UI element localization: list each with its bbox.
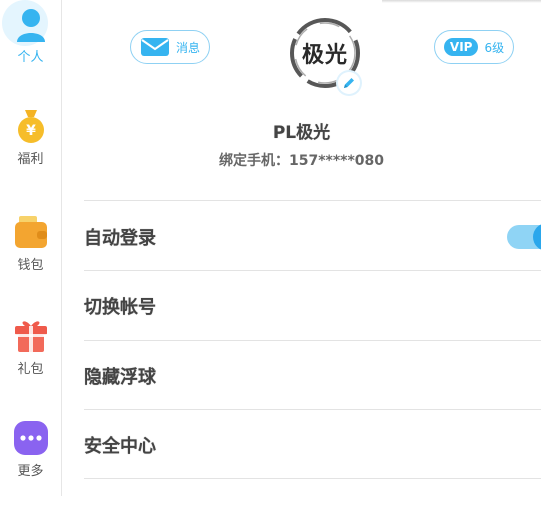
money-bag-icon: ¥ xyxy=(13,108,49,144)
sidebar-item-label: 个人 xyxy=(17,50,44,65)
vip-level-label: 6级 xyxy=(484,40,505,55)
more-dots-icon xyxy=(13,420,49,456)
account-panel: 消息 极光 VIP 6级 PL极光 绑定手机：157*****080 自动登录 xyxy=(62,0,541,496)
sidebar-item-label: 福利 xyxy=(17,152,44,167)
sidebar-item-gift[interactable]: 礼包 xyxy=(0,318,61,408)
top-divider xyxy=(382,0,541,3)
divider xyxy=(84,478,541,479)
setting-security-center[interactable]: 安全中心 xyxy=(84,411,541,479)
setting-label: 隐藏浮球 xyxy=(84,367,156,388)
setting-label: 切换帐号 xyxy=(84,297,156,318)
gift-icon xyxy=(13,318,49,354)
setting-hide-float-ball[interactable]: 隐藏浮球 xyxy=(84,342,541,410)
auto-login-toggle[interactable] xyxy=(507,223,541,251)
setting-label: 安全中心 xyxy=(84,436,156,457)
message-label: 消息 xyxy=(175,40,200,55)
sidebar-item-personal[interactable]: 个人 xyxy=(0,0,61,96)
svg-text:¥: ¥ xyxy=(26,123,36,139)
sidebar-item-label: 更多 xyxy=(17,464,44,479)
edit-avatar-button[interactable] xyxy=(338,72,360,94)
envelope-icon xyxy=(140,37,170,57)
sidebar-item-welfare[interactable]: ¥ 福利 xyxy=(0,108,61,198)
setting-label: 自动登录 xyxy=(84,228,156,249)
setting-auto-login: 自动登录 xyxy=(84,203,541,271)
pencil-icon xyxy=(342,76,356,90)
toggle-knob xyxy=(533,223,541,251)
setting-switch-account[interactable]: 切换帐号 xyxy=(84,272,541,340)
username: PL极光 xyxy=(272,123,331,143)
bound-phone: 绑定手机：157*****080 xyxy=(218,153,385,169)
sidebar-item-wallet[interactable]: 钱包 xyxy=(0,214,61,304)
person-icon xyxy=(13,6,49,42)
avatar[interactable]: 极光 xyxy=(287,15,363,94)
sidebar-item-label: 礼包 xyxy=(17,362,44,377)
message-button[interactable]: 消息 xyxy=(130,30,210,64)
vip-badge: VIP xyxy=(443,38,479,56)
divider xyxy=(84,409,541,410)
sidebar-item-label: 钱包 xyxy=(17,258,44,273)
divider xyxy=(84,270,541,271)
sidebar-item-more[interactable]: 更多 xyxy=(0,420,61,510)
divider xyxy=(84,200,541,201)
vip-level-button[interactable]: VIP 6级 xyxy=(434,30,514,64)
divider xyxy=(84,340,541,341)
sidebar: 个人 ¥ 福利 钱包 礼包 更多 xyxy=(0,0,62,496)
wallet-icon xyxy=(13,214,49,250)
